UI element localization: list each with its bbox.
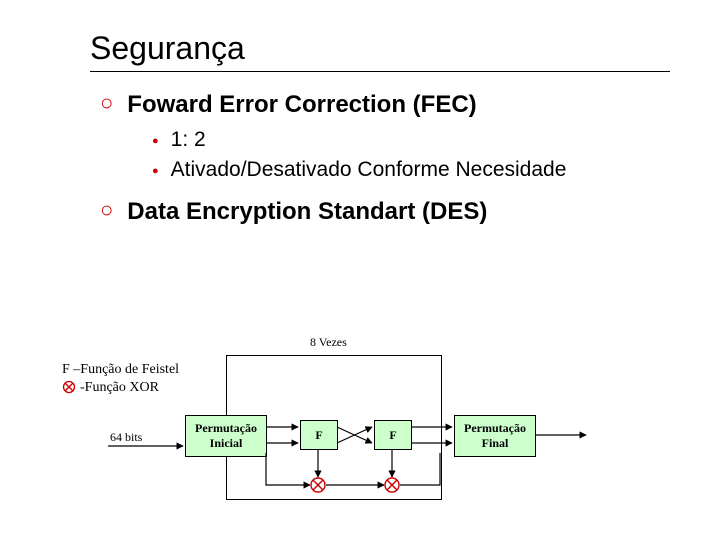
bullet-fec: ○ Foward Error Correction (FEC) bbox=[100, 90, 670, 120]
diagram-wires bbox=[0, 335, 720, 535]
open-circle-icon: ○ bbox=[100, 197, 113, 223]
disc-icon: ● bbox=[152, 135, 159, 147]
des-heading: Data Encryption Standart (DES) bbox=[127, 197, 487, 227]
des-diagram: 8 Vezes F –Função de Feistel -Função XOR… bbox=[0, 335, 720, 535]
disc-icon: ● bbox=[152, 165, 159, 177]
open-circle-icon: ○ bbox=[100, 90, 113, 116]
fec-item-0-text: 1: 2 bbox=[171, 126, 206, 154]
slide-title: Segurança bbox=[90, 30, 670, 67]
fec-heading: Foward Error Correction (FEC) bbox=[127, 90, 476, 120]
bullet-fec-item-1: ● Ativado/Desativado Conforme Necesidade bbox=[152, 156, 670, 184]
title-rule bbox=[90, 71, 670, 72]
fec-item-1-text: Ativado/Desativado Conforme Necesidade bbox=[171, 156, 567, 184]
bullet-des: ○ Data Encryption Standart (DES) bbox=[100, 197, 670, 227]
bullet-fec-item-0: ● 1: 2 bbox=[152, 126, 670, 154]
